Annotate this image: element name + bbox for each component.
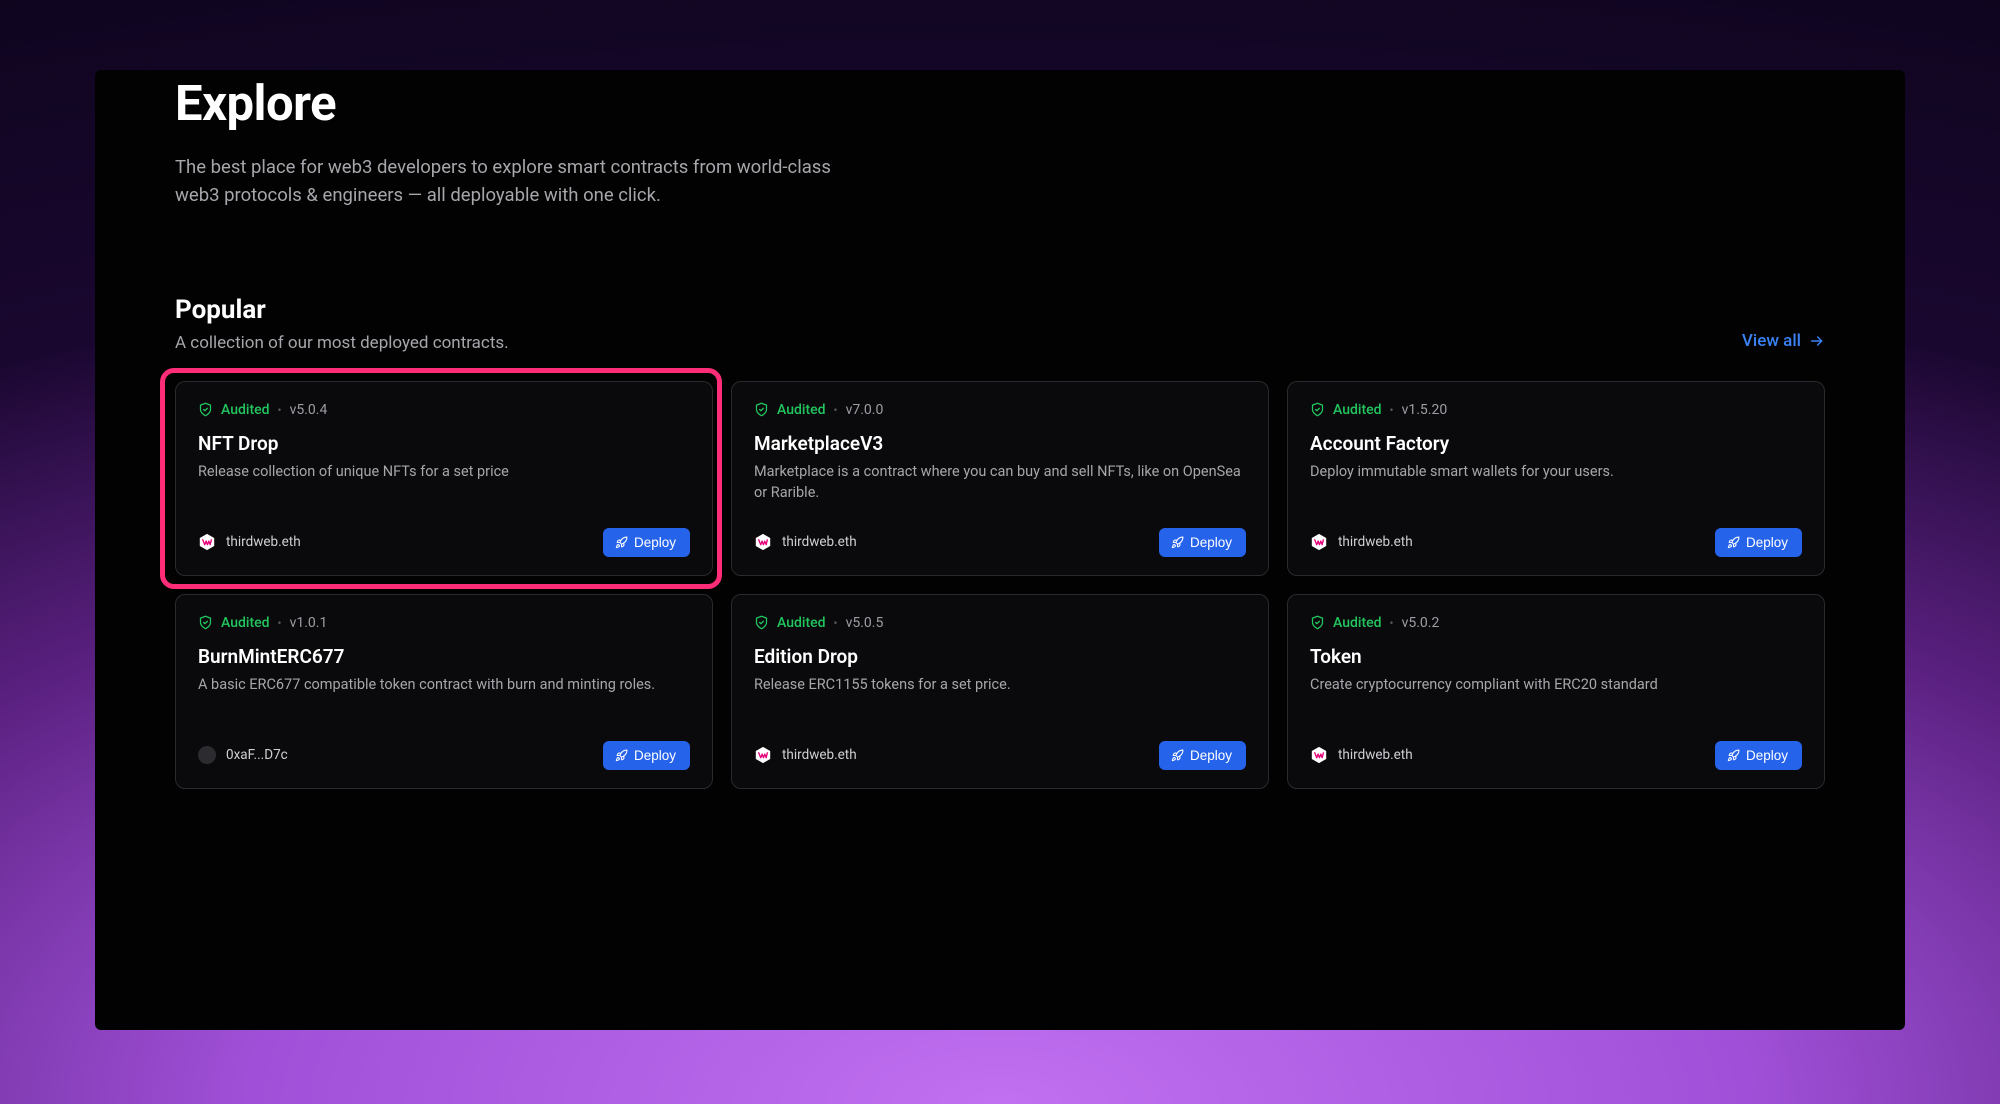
author-label: thirdweb.eth [782,534,857,550]
author-label: thirdweb.eth [1338,534,1413,550]
card-meta: Audited • v7.0.0 [754,402,1246,418]
card-title: Account Factory [1310,432,1802,455]
card-author[interactable]: thirdweb.eth [1310,746,1413,764]
page-title: Explore [175,70,1825,132]
card-author[interactable]: thirdweb.eth [1310,533,1413,551]
rocket-icon [1171,749,1184,762]
deploy-label: Deploy [634,535,676,550]
card-meta: Audited • v5.0.2 [1310,615,1802,631]
explore-window: Explore The best place for web3 develope… [95,70,1905,1030]
version-label: v7.0.0 [846,402,884,418]
audited-badge: Audited [221,615,270,631]
generic-avatar-icon [198,746,216,764]
card-description: Marketplace is a contract where you can … [754,461,1246,503]
audited-badge: Audited [777,615,826,631]
shield-check-icon [1310,615,1325,630]
card-title: NFT Drop [198,432,690,455]
card-title: MarketplaceV3 [754,432,1246,455]
thirdweb-avatar-icon [754,533,772,551]
version-label: v5.0.4 [290,402,328,418]
rocket-icon [1171,536,1184,549]
cards-grid: Audited • v5.0.4 NFT Drop Release collec… [175,381,1825,789]
separator-dot: • [834,403,838,417]
contract-card-edition-drop[interactable]: Audited • v5.0.5 Edition Drop Release ER… [731,594,1269,789]
author-label: thirdweb.eth [1338,747,1413,763]
card-meta: Audited • v1.5.20 [1310,402,1802,418]
card-meta: Audited • v1.0.1 [198,615,690,631]
thirdweb-avatar-icon [1310,746,1328,764]
card-description: Deploy immutable smart wallets for your … [1310,461,1802,482]
contract-card-token[interactable]: Audited • v5.0.2 Token Create cryptocurr… [1287,594,1825,789]
card-description: A basic ERC677 compatible token contract… [198,674,690,695]
version-label: v1.5.20 [1402,402,1448,418]
view-all-label: View all [1742,331,1801,351]
separator-dot: • [278,403,282,417]
separator-dot: • [834,616,838,630]
rocket-icon [615,536,628,549]
deploy-label: Deploy [1190,535,1232,550]
shield-check-icon [754,402,769,417]
contract-card-account-factory[interactable]: Audited • v1.5.20 Account Factory Deploy… [1287,381,1825,576]
version-label: v5.0.2 [1402,615,1440,631]
contract-card-marketplacev3[interactable]: Audited • v7.0.0 MarketplaceV3 Marketpla… [731,381,1269,576]
shield-check-icon [1310,402,1325,417]
deploy-button[interactable]: Deploy [1715,741,1802,770]
separator-dot: • [278,616,282,630]
card-author[interactable]: 0xaF...D7c [198,746,288,764]
contract-card-nft-drop[interactable]: Audited • v5.0.4 NFT Drop Release collec… [175,381,713,576]
thirdweb-avatar-icon [754,746,772,764]
card-meta: Audited • v5.0.4 [198,402,690,418]
card-author[interactable]: thirdweb.eth [198,533,301,551]
card-title: Edition Drop [754,645,1246,668]
section-header: Popular A collection of our most deploye… [175,295,1825,353]
deploy-label: Deploy [1746,535,1788,550]
section-subtitle: A collection of our most deployed contra… [175,333,509,353]
card-title: Token [1310,645,1802,668]
page-subtitle: The best place for web3 developers to ex… [175,154,835,210]
rocket-icon [1727,749,1740,762]
shield-check-icon [198,402,213,417]
deploy-button[interactable]: Deploy [1159,528,1246,557]
shield-check-icon [198,615,213,630]
card-meta: Audited • v5.0.5 [754,615,1246,631]
arrow-right-icon [1809,333,1825,349]
card-title: BurnMintERC677 [198,645,690,668]
audited-badge: Audited [777,402,826,418]
separator-dot: • [1390,616,1394,630]
thirdweb-avatar-icon [198,533,216,551]
version-label: v1.0.1 [290,615,328,631]
deploy-button[interactable]: Deploy [1159,741,1246,770]
thirdweb-avatar-icon [1310,533,1328,551]
card-author[interactable]: thirdweb.eth [754,533,857,551]
author-label: 0xaF...D7c [226,747,288,763]
audited-badge: Audited [221,402,270,418]
deploy-button[interactable]: Deploy [603,741,690,770]
deploy-label: Deploy [1190,748,1232,763]
deploy-label: Deploy [1746,748,1788,763]
rocket-icon [1727,536,1740,549]
view-all-link[interactable]: View all [1742,331,1825,351]
card-author[interactable]: thirdweb.eth [754,746,857,764]
card-description: Create cryptocurrency compliant with ERC… [1310,674,1802,695]
author-label: thirdweb.eth [782,747,857,763]
card-description: Release ERC1155 tokens for a set price. [754,674,1246,695]
deploy-button[interactable]: Deploy [603,528,690,557]
deploy-button[interactable]: Deploy [1715,528,1802,557]
contract-card-burnminterc677[interactable]: Audited • v1.0.1 BurnMintERC677 A basic … [175,594,713,789]
author-label: thirdweb.eth [226,534,301,550]
version-label: v5.0.5 [846,615,884,631]
separator-dot: • [1390,403,1394,417]
card-description: Release collection of unique NFTs for a … [198,461,690,482]
section-title: Popular [175,295,509,325]
rocket-icon [615,749,628,762]
audited-badge: Audited [1333,402,1382,418]
shield-check-icon [754,615,769,630]
audited-badge: Audited [1333,615,1382,631]
deploy-label: Deploy [634,748,676,763]
